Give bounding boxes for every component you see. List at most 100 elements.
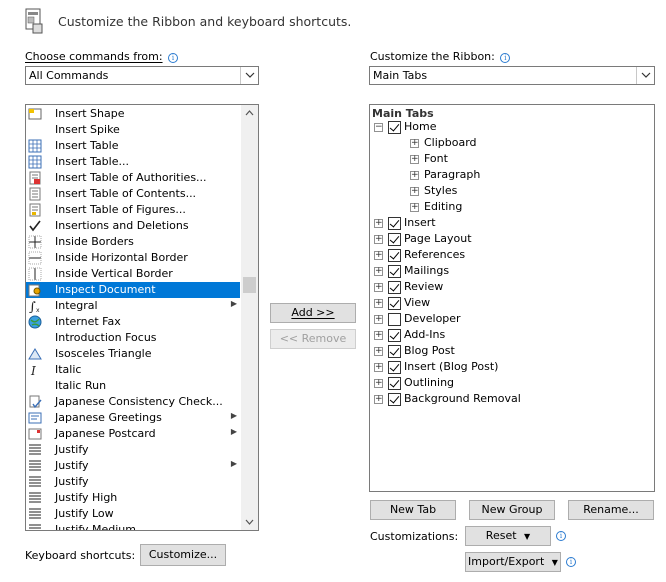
- tab-checkbox[interactable]: [388, 377, 401, 390]
- tab-checkbox[interactable]: [388, 361, 401, 374]
- tree-item[interactable]: + Background Removal: [370, 391, 650, 407]
- tab-checkbox[interactable]: [388, 249, 401, 262]
- command-item[interactable]: Insert Table: [26, 138, 240, 154]
- command-item[interactable]: Inside Borders: [26, 234, 240, 250]
- expand-icon[interactable]: +: [410, 203, 419, 212]
- tab-checkbox[interactable]: [388, 217, 401, 230]
- command-item[interactable]: Justify High: [26, 490, 240, 506]
- command-item[interactable]: Japanese Greetings ▶: [26, 410, 240, 426]
- command-item[interactable]: Justify Low: [26, 506, 240, 522]
- tree-item[interactable]: + Outlining: [370, 375, 650, 391]
- command-item[interactable]: Japanese Consistency Check...: [26, 394, 240, 410]
- info-icon[interactable]: i: [500, 53, 511, 63]
- tree-item[interactable]: + Styles: [370, 183, 650, 199]
- tree-item[interactable]: + Font: [370, 151, 650, 167]
- expand-icon[interactable]: +: [374, 219, 383, 228]
- command-item[interactable]: Insert Table of Contents...: [26, 186, 240, 202]
- tree-item[interactable]: + Review: [370, 279, 650, 295]
- tab-checkbox[interactable]: [388, 121, 401, 134]
- tab-checkbox[interactable]: [388, 265, 401, 278]
- tab-checkbox[interactable]: [388, 345, 401, 358]
- tree-item[interactable]: + Insert: [370, 215, 650, 231]
- reset-button[interactable]: Reset ▼: [465, 526, 551, 546]
- command-item[interactable]: Italic Run: [26, 378, 240, 394]
- command-item[interactable]: Inspect Document: [26, 282, 240, 298]
- justify-icon: [28, 507, 42, 521]
- tree-item[interactable]: − Home: [370, 119, 650, 135]
- command-item[interactable]: Justify Medium: [26, 522, 240, 530]
- command-item[interactable]: Isosceles Triangle: [26, 346, 240, 362]
- info-icon[interactable]: i: [168, 53, 179, 63]
- expand-icon[interactable]: +: [374, 267, 383, 276]
- tree-item[interactable]: + Add-Ins: [370, 327, 650, 343]
- tree-item[interactable]: + Insert (Blog Post): [370, 359, 650, 375]
- info-icon[interactable]: i: [556, 531, 566, 541]
- scroll-up-icon[interactable]: [241, 105, 258, 122]
- tab-checkbox[interactable]: [388, 281, 401, 294]
- tree-item[interactable]: + Paragraph: [370, 167, 650, 183]
- command-item[interactable]: Insert Table...: [26, 154, 240, 170]
- expand-icon[interactable]: +: [374, 283, 383, 292]
- customize-ribbon-dropdown[interactable]: Main Tabs: [369, 66, 655, 85]
- command-item[interactable]: Insert Spike: [26, 122, 240, 138]
- command-item[interactable]: Introduction Focus: [26, 330, 240, 346]
- command-item[interactable]: Justify: [26, 474, 240, 490]
- tab-checkbox[interactable]: [388, 313, 401, 326]
- tree-item[interactable]: + References: [370, 247, 650, 263]
- expand-icon[interactable]: +: [410, 155, 419, 164]
- command-item[interactable]: Insert Shape: [26, 106, 240, 122]
- ribbon-tabs-tree[interactable]: Main Tabs − Home + Clipboard + Font + Paragraph…: [369, 104, 655, 492]
- command-item[interactable]: Inside Horizontal Border: [26, 250, 240, 266]
- expand-icon[interactable]: +: [374, 235, 383, 244]
- rename-button[interactable]: Rename...: [568, 500, 654, 520]
- expand-icon[interactable]: +: [374, 379, 383, 388]
- tree-item[interactable]: + Editing: [370, 199, 650, 215]
- expand-icon[interactable]: +: [374, 299, 383, 308]
- tree-item[interactable]: + View: [370, 295, 650, 311]
- command-item[interactable]: Inside Vertical Border: [26, 266, 240, 282]
- expand-icon[interactable]: +: [374, 331, 383, 340]
- tree-item[interactable]: + Page Layout: [370, 231, 650, 247]
- new-group-button[interactable]: New Group: [469, 500, 555, 520]
- tree-item[interactable]: + Developer: [370, 311, 650, 327]
- command-item[interactable]: Japanese Postcard ▶: [26, 426, 240, 442]
- commands-scrollbar[interactable]: [241, 105, 258, 530]
- tab-checkbox[interactable]: [388, 297, 401, 310]
- expand-icon[interactable]: +: [410, 139, 419, 148]
- choose-commands-dropdown[interactable]: All Commands: [25, 66, 259, 85]
- remove-button[interactable]: << Remove: [270, 329, 356, 349]
- command-item[interactable]: Insert Table of Figures...: [26, 202, 240, 218]
- tree-item[interactable]: + Mailings: [370, 263, 650, 279]
- command-item[interactable]: Justify: [26, 442, 240, 458]
- command-item[interactable]: Insertions and Deletions: [26, 218, 240, 234]
- expand-icon[interactable]: +: [374, 347, 383, 356]
- expand-icon[interactable]: +: [410, 187, 419, 196]
- command-item[interactable]: ∫ x Integral ▶: [26, 298, 240, 315]
- scroll-thumb[interactable]: [243, 277, 256, 293]
- tree-item[interactable]: + Clipboard: [370, 135, 650, 151]
- expand-icon[interactable]: +: [410, 171, 419, 180]
- submenu-arrow-icon: ▶: [230, 459, 237, 468]
- add-button[interactable]: Add >>: [270, 303, 356, 323]
- command-item[interactable]: Justify ▶: [26, 458, 240, 474]
- new-tab-button[interactable]: New Tab: [370, 500, 456, 520]
- scroll-down-icon[interactable]: [241, 513, 258, 530]
- command-item[interactable]: Internet Fax: [26, 314, 240, 330]
- tab-checkbox[interactable]: [388, 393, 401, 406]
- command-item[interactable]: I Italic: [26, 362, 240, 378]
- collapse-icon[interactable]: −: [374, 123, 383, 132]
- tab-checkbox[interactable]: [388, 233, 401, 246]
- tab-checkbox[interactable]: [388, 329, 401, 342]
- expand-icon[interactable]: +: [374, 363, 383, 372]
- import-export-button[interactable]: Import/Export ▼: [465, 552, 561, 572]
- commands-list[interactable]: Insert Shape Insert Spike Insert Table Inse…: [25, 104, 259, 531]
- command-item[interactable]: Insert Table of Authorities...: [26, 170, 240, 186]
- expand-icon[interactable]: +: [374, 251, 383, 260]
- expand-icon[interactable]: +: [374, 395, 383, 404]
- tree-item[interactable]: + Blog Post: [370, 343, 650, 359]
- chevron-down-icon[interactable]: [240, 67, 258, 84]
- expand-icon[interactable]: +: [374, 315, 383, 324]
- info-icon[interactable]: i: [566, 557, 576, 567]
- chevron-down-icon[interactable]: [636, 67, 654, 84]
- customize-shortcuts-button[interactable]: Customize...: [140, 544, 226, 566]
